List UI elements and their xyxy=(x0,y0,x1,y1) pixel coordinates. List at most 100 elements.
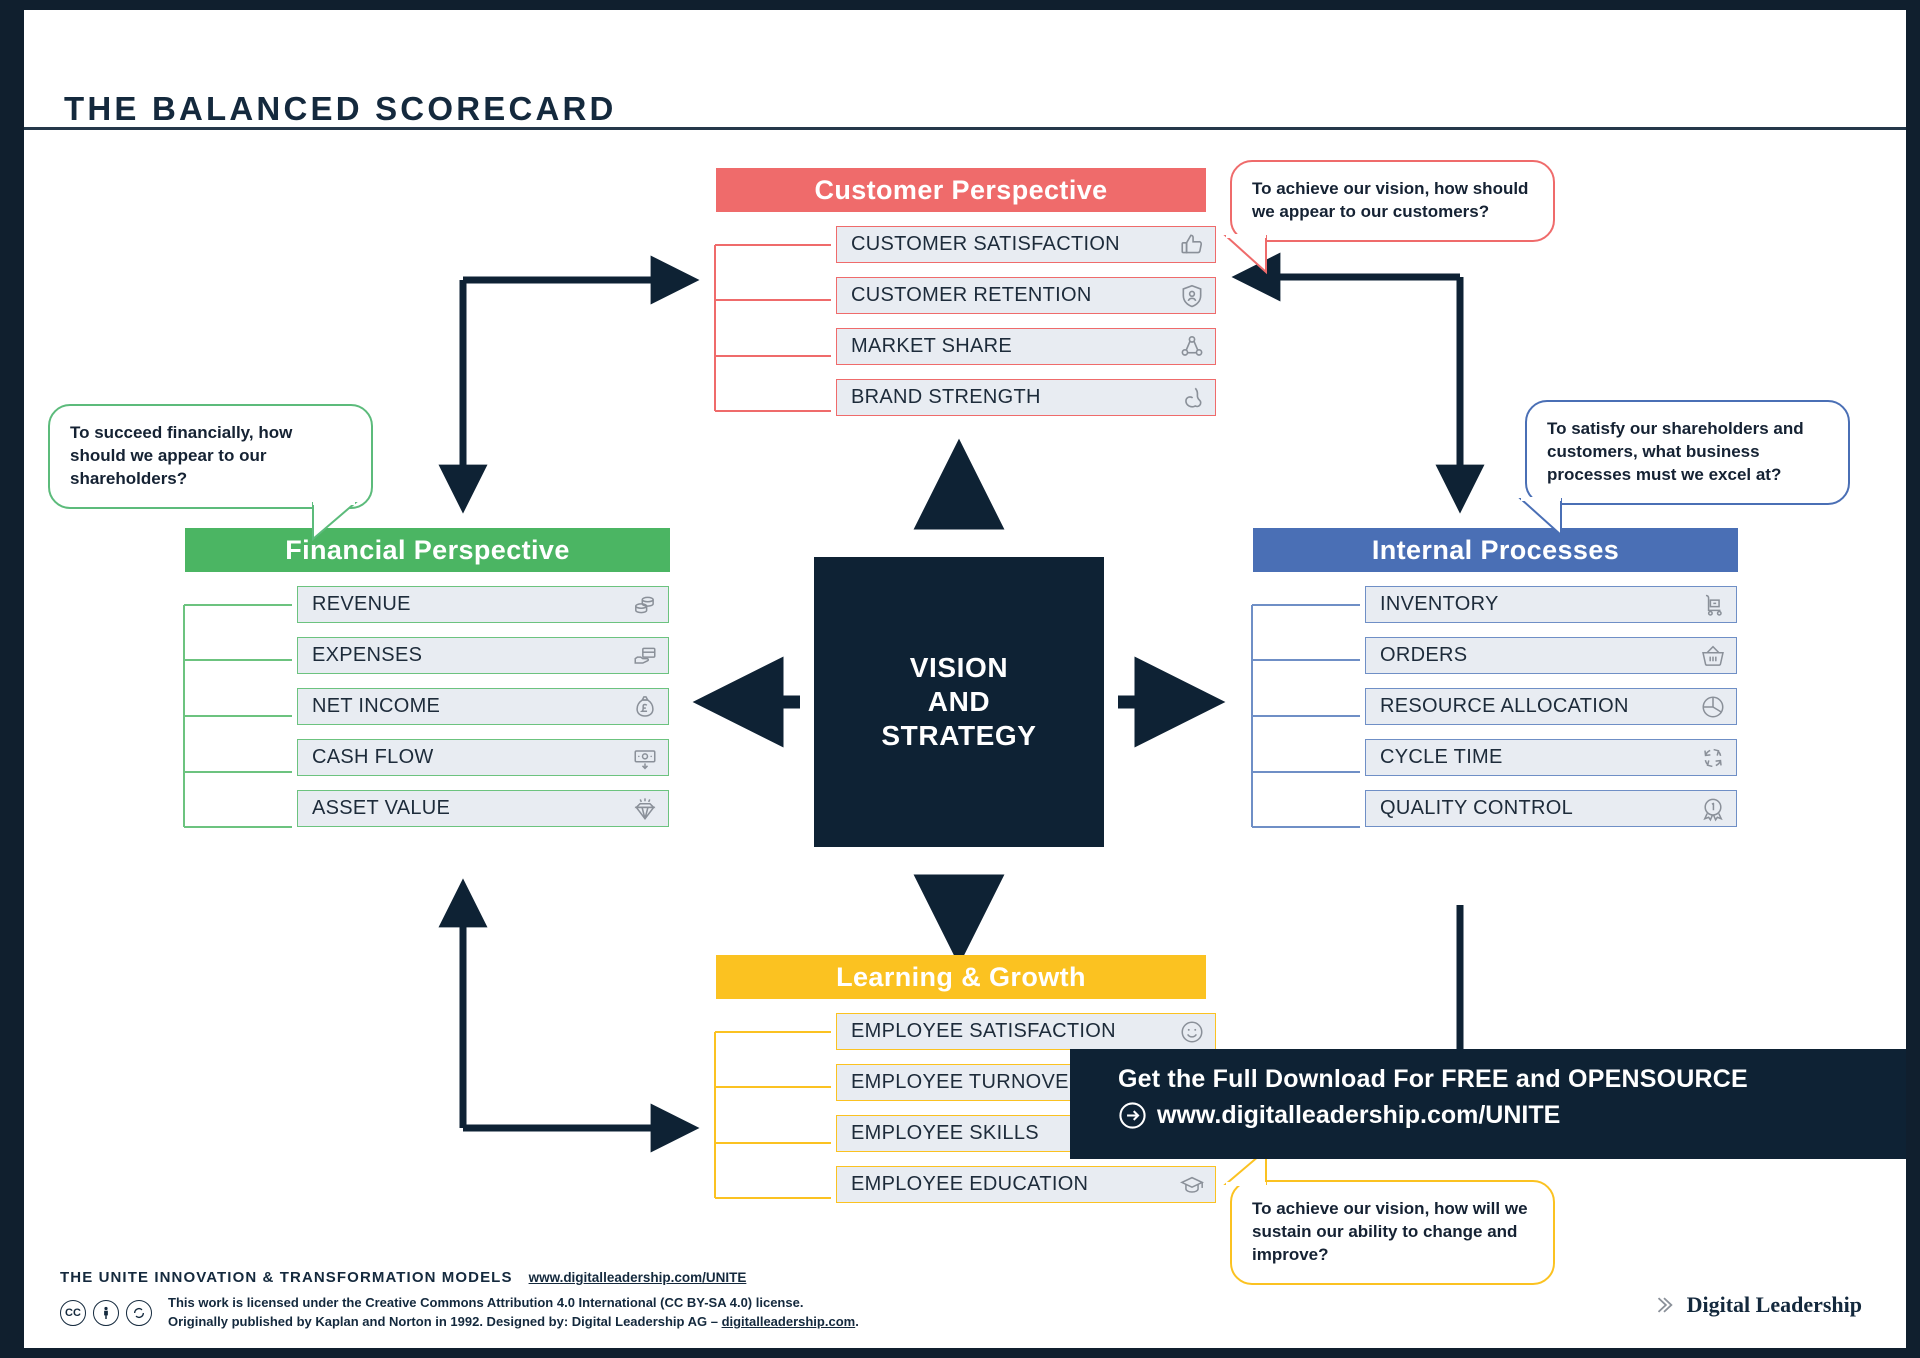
table-row[interactable]: EMPLOYEE EDUCATION xyxy=(836,1166,1216,1203)
footer: THE UNITE INNOVATION & TRANSFORMATION MO… xyxy=(60,1269,1160,1332)
customer-bracket xyxy=(714,244,831,412)
banknote-download-icon xyxy=(631,744,659,772)
smiley-face-icon xyxy=(1178,1018,1206,1046)
callout-internal: To satisfy our shareholders and customer… xyxy=(1518,400,1850,538)
table-row[interactable]: ASSET VALUE xyxy=(297,790,669,827)
table-row[interactable]: NET INCOME xyxy=(297,688,669,725)
item-label: CASH FLOW xyxy=(312,746,434,768)
item-label: REVENUE xyxy=(312,593,411,615)
perspective-financial-title: Financial Perspective xyxy=(185,528,670,572)
callout-financial-text: To succeed financially, how should we ap… xyxy=(70,423,293,488)
perspective-internal-items: INVENTORY ORDERS RESOURCE ALLOCATION CYC… xyxy=(1251,586,1737,828)
footer-license-line-2-pre: Originally published by Kaplan and Norto… xyxy=(168,1314,722,1330)
frame-border-bottom xyxy=(0,1348,1920,1358)
item-label: EMPLOYEE TURNOVER xyxy=(851,1071,1084,1093)
footer-license-line-2-post: . xyxy=(855,1314,859,1330)
vision-line-2: AND xyxy=(927,685,991,717)
callout-tail xyxy=(312,500,358,541)
callout-internal-text: To satisfy our shareholders and customer… xyxy=(1547,419,1804,484)
promo-headline: Get the Full Download For FREE and OPENS… xyxy=(1118,1065,1748,1093)
arrow-right-circle-icon xyxy=(1118,1101,1147,1130)
promo-banner: Get the Full Download For FREE and OPENS… xyxy=(1070,1049,1906,1159)
item-label: EXPENSES xyxy=(312,644,423,666)
footer-title-row: THE UNITE INNOVATION & TRANSFORMATION MO… xyxy=(60,1269,1160,1286)
table-row[interactable]: ORDERS xyxy=(1365,637,1737,674)
brand-name: Digital Leadership xyxy=(1686,1292,1862,1317)
award-badge-icon xyxy=(1699,795,1727,823)
footer-license-line-2: Originally published by Kaplan and Norto… xyxy=(168,1313,859,1332)
balanced-scorecard-poster: THE BALANCED SCORECARD Customer Perspect… xyxy=(0,0,1920,1358)
item-label: RESOURCE ALLOCATION xyxy=(1380,695,1629,717)
shopping-basket-icon xyxy=(1699,642,1727,670)
table-row[interactable]: REVENUE xyxy=(297,586,669,623)
item-label: ASSET VALUE xyxy=(312,797,451,819)
shield-person-icon xyxy=(1178,282,1206,310)
item-label: CUSTOMER RETENTION xyxy=(851,284,1092,306)
table-row[interactable]: QUALITY CONTROL xyxy=(1365,790,1737,827)
item-label: CYCLE TIME xyxy=(1380,746,1503,768)
table-row[interactable]: CYCLE TIME xyxy=(1365,739,1737,776)
footer-license-line-2-link[interactable]: digitalleadership.com xyxy=(722,1314,856,1329)
promo-url[interactable]: www.digitalleadership.com/UNITE xyxy=(1157,1101,1560,1130)
table-row[interactable]: CUSTOMER SATISFACTION xyxy=(836,226,1216,263)
footer-body: CC This work is licensed under the Creat… xyxy=(60,1294,1160,1332)
callout-tail xyxy=(1518,496,1562,538)
perspective-financial-items: REVENUE EXPENSES NET INCOME CASH FLOW AS… xyxy=(183,586,669,828)
cc-icon: CC xyxy=(60,1300,86,1327)
item-label: EMPLOYEE SKILLS xyxy=(851,1122,1039,1144)
diamond-icon xyxy=(631,795,659,823)
perspective-financial: Financial Perspective REVENUE EXPENSES N… xyxy=(183,528,685,828)
page-header: THE BALANCED SCORECARD xyxy=(24,10,1906,130)
hand-truck-icon xyxy=(1699,591,1727,619)
share-network-icon xyxy=(1178,333,1206,361)
promo-link-row[interactable]: www.digitalleadership.com/UNITE xyxy=(1118,1101,1906,1130)
item-label: MARKET SHARE xyxy=(851,335,1013,357)
perspective-customer: Customer Perspective CUSTOMER SATISFACTI… xyxy=(714,168,1216,416)
callout-learning-text: To achieve our vision, how will we susta… xyxy=(1252,1199,1528,1264)
item-label: ORDERS xyxy=(1380,644,1468,666)
perspective-internal-title: Internal Processes xyxy=(1253,528,1738,572)
frame-border-top xyxy=(0,0,1920,10)
table-row[interactable]: EXPENSES xyxy=(297,637,669,674)
perspective-learning-title: Learning & Growth xyxy=(716,955,1206,999)
chevron-right-icon xyxy=(1653,1294,1675,1316)
brand-logo: Digital Leadership xyxy=(1653,1292,1862,1318)
footer-url-link[interactable]: www.digitalleadership.com/UNITE xyxy=(529,1270,747,1285)
item-label: NET INCOME xyxy=(312,695,441,717)
table-row[interactable]: EMPLOYEE SATISFACTION xyxy=(836,1013,1216,1050)
cc-sa-share-alike-icon xyxy=(126,1300,152,1327)
footer-license-line-1: This work is licensed under the Creative… xyxy=(168,1295,804,1311)
item-label: INVENTORY xyxy=(1380,593,1499,615)
item-label: QUALITY CONTROL xyxy=(1380,797,1574,819)
coin-stack-icon xyxy=(631,591,659,619)
footer-license-text: This work is licensed under the Creative… xyxy=(168,1294,859,1332)
table-row[interactable]: INVENTORY xyxy=(1365,586,1737,623)
table-row[interactable]: CASH FLOW xyxy=(297,739,669,776)
pie-chart-icon xyxy=(1699,693,1727,721)
callout-tail xyxy=(1223,233,1267,275)
flexed-bicep-icon xyxy=(1178,384,1206,412)
item-label: EMPLOYEE EDUCATION xyxy=(851,1173,1089,1195)
table-row[interactable]: CUSTOMER RETENTION xyxy=(836,277,1216,314)
financial-bracket xyxy=(183,604,292,828)
internal-bracket xyxy=(1251,604,1360,828)
perspective-customer-items: CUSTOMER SATISFACTION CUSTOMER RETENTION xyxy=(714,226,1216,416)
vision-and-strategy-box: VISION AND STRATEGY xyxy=(814,557,1104,847)
table-row[interactable]: MARKET SHARE xyxy=(836,328,1216,365)
frame-border-right xyxy=(1906,0,1920,1358)
thumbs-up-icon xyxy=(1178,231,1206,259)
vision-line-1: VISION xyxy=(909,651,1009,683)
graduation-cap-icon xyxy=(1178,1171,1206,1199)
callout-customer-text: To achieve our vision, how should we app… xyxy=(1252,179,1529,221)
callout-customer: To achieve our vision, how should we app… xyxy=(1223,160,1555,275)
table-row[interactable]: RESOURCE ALLOCATION xyxy=(1365,688,1737,725)
creative-commons-badges: CC xyxy=(60,1300,152,1327)
footer-title: THE UNITE INNOVATION & TRANSFORMATION MO… xyxy=(60,1269,513,1287)
table-row[interactable]: BRAND STRENGTH xyxy=(836,379,1216,416)
callout-learning: To achieve our vision, how will we susta… xyxy=(1223,1147,1555,1285)
money-bag-pound-icon xyxy=(631,693,659,721)
perspective-customer-title: Customer Perspective xyxy=(716,168,1206,212)
item-label: CUSTOMER SATISFACTION xyxy=(851,233,1120,255)
perspective-internal: Internal Processes INVENTORY ORDERS RESO… xyxy=(1251,528,1753,828)
frame-border-left xyxy=(0,0,24,1358)
